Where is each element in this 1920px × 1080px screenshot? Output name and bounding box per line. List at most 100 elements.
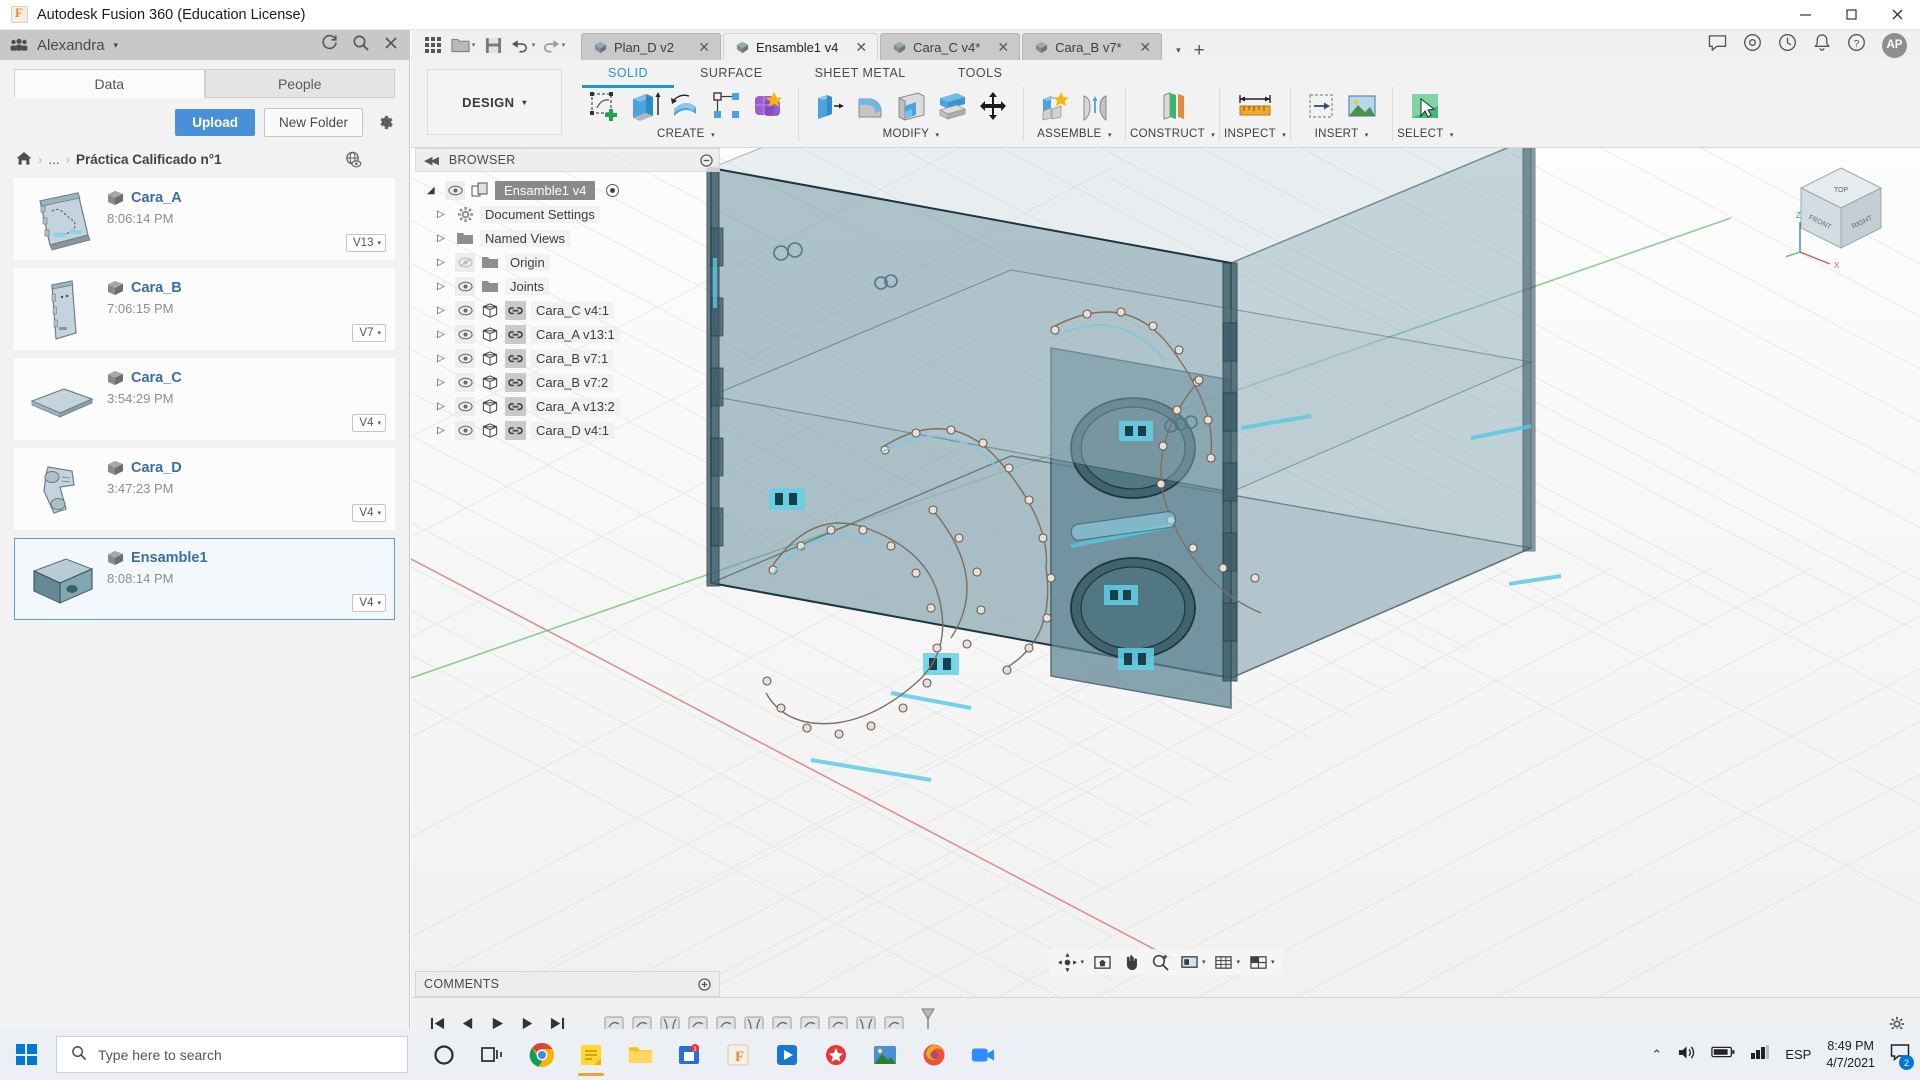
gear-icon[interactable] — [376, 113, 395, 132]
volume-icon[interactable] — [1677, 1044, 1696, 1066]
activation-radio[interactable] — [606, 183, 620, 197]
ribbon-group-label[interactable]: CONSTRUCT ▾ — [1130, 128, 1215, 140]
ribbon-group-label[interactable]: MODIFY ▾ — [883, 128, 940, 140]
ribbon-tab-surface[interactable]: SURFACE — [674, 66, 789, 85]
press-pull-icon[interactable] — [810, 87, 848, 125]
doc-tab-cara-b[interactable]: Cara_B v7* ✕ — [1022, 33, 1163, 60]
home-view-icon[interactable] — [1089, 951, 1115, 973]
tree-node-cara-c-1[interactable]: ▷ Cara_C v4:1 — [415, 298, 720, 322]
tray-expand-chevron-icon[interactable]: ⌃ — [1651, 1047, 1662, 1063]
new-file-icon[interactable]: ▾ — [449, 32, 477, 58]
visibility-eye-icon[interactable] — [455, 276, 475, 296]
chevron-down-icon[interactable]: ▾ — [1202, 958, 1206, 966]
expand-arrow-icon[interactable]: ▷ — [437, 377, 450, 388]
close-button[interactable] — [1874, 0, 1920, 30]
version-badge[interactable]: V4 ▾ — [352, 414, 386, 432]
ribbon-tab-sheet-metal[interactable]: SHEET METAL — [789, 66, 932, 85]
doc-tab-ensamble1[interactable]: Ensamble1 v4 ✕ — [723, 33, 879, 60]
help-icon[interactable]: ? — [1847, 33, 1866, 57]
upload-button[interactable]: Upload — [175, 109, 255, 136]
shell-icon[interactable] — [892, 87, 930, 125]
tree-node-document-settings[interactable]: ▷ Document Settings — [415, 202, 720, 226]
grid-snap-icon[interactable] — [1211, 951, 1237, 973]
close-icon[interactable]: ✕ — [845, 39, 867, 56]
globe-eye-icon[interactable] — [344, 150, 363, 169]
orbit-icon[interactable] — [1054, 951, 1080, 973]
minimize-circle-icon[interactable] — [700, 153, 713, 167]
tree-node-joints[interactable]: ▷ Joints — [415, 274, 720, 298]
joint-icon[interactable] — [1076, 87, 1114, 125]
ribbon-group-label[interactable]: SELECT ▾ — [1397, 128, 1454, 140]
tree-node-origin[interactable]: ▷ Origin — [415, 250, 720, 274]
tree-node-cara-a-2[interactable]: ▷ Cara_A v13:2 — [415, 394, 720, 418]
doc-tab-plan-d[interactable]: Plan_D v2 ✕ — [581, 33, 721, 60]
file-name[interactable]: Cara_C — [131, 370, 182, 386]
visibility-eye-off-icon[interactable] — [455, 252, 475, 272]
insert-derive-icon[interactable] — [1302, 87, 1340, 125]
network-icon[interactable] — [1750, 1044, 1770, 1065]
breadcrumb-ellipsis[interactable]: ... — [48, 152, 59, 167]
ribbon-tab-tools[interactable]: TOOLS — [932, 66, 1029, 85]
home-icon[interactable] — [16, 151, 32, 169]
sticky-notes-icon[interactable] — [569, 1033, 613, 1077]
expand-arrow-icon[interactable]: ▷ — [437, 401, 450, 412]
expand-arrow-icon[interactable]: ▷ — [437, 353, 450, 364]
minimize-button[interactable] — [1782, 0, 1828, 30]
taskbar-search[interactable]: Type here to search — [56, 1036, 408, 1073]
tree-node-cara-b-1[interactable]: ▷ Cara_B v7:1 — [415, 346, 720, 370]
file-name[interactable]: Cara_B — [131, 280, 182, 296]
clock[interactable]: 8:49 PM 4/7/2021 — [1826, 1038, 1875, 1072]
tab-data[interactable]: Data — [14, 69, 205, 98]
link-icon[interactable] — [505, 348, 526, 368]
file-row-cara-b[interactable]: Cara_B 7:06:15 PM V7 ▾ — [14, 268, 395, 350]
help-circle-icon[interactable] — [1743, 33, 1762, 57]
expand-arrow-icon[interactable]: ▷ — [437, 257, 450, 268]
create-sketch-icon[interactable] — [585, 87, 623, 125]
chevron-down-icon[interactable]: ▾ — [1237, 958, 1241, 966]
version-badge[interactable]: V13 ▾ — [346, 234, 386, 252]
notification-center-icon[interactable]: 2 — [1890, 1043, 1914, 1070]
visibility-eye-icon[interactable] — [445, 180, 465, 200]
extrude-icon[interactable] — [626, 87, 664, 125]
expand-arrow-icon[interactable]: ▷ — [437, 209, 450, 220]
zoom-app-icon[interactable] — [961, 1033, 1005, 1077]
chevron-down-icon[interactable]: ▾ — [562, 41, 566, 49]
user-name-label[interactable]: Alexandra — [37, 37, 105, 54]
doc-tab-cara-c[interactable]: Cara_C v4* ✕ — [880, 33, 1021, 60]
file-row-ensamble1[interactable]: Ensamble1 8:08:14 PM V4 ▾ — [14, 538, 395, 620]
file-row-cara-c[interactable]: Cara_C 3:54:29 PM V4 ▾ — [14, 358, 395, 440]
recent-icon[interactable] — [1778, 33, 1797, 57]
link-icon[interactable] — [505, 420, 526, 440]
file-row-cara-d[interactable]: Cara_D 3:47:23 PM V4 ▾ — [14, 448, 395, 530]
visibility-eye-icon[interactable] — [455, 396, 475, 416]
expand-arrow-icon[interactable]: ▷ — [437, 329, 450, 340]
new-component-icon[interactable] — [1035, 87, 1073, 125]
viewports-icon[interactable] — [1245, 951, 1271, 973]
close-icon[interactable]: ✕ — [688, 39, 710, 56]
split-body-icon[interactable] — [933, 87, 971, 125]
store-icon[interactable]: 1 — [667, 1033, 711, 1077]
search-icon[interactable] — [352, 34, 370, 57]
expand-arrow-icon[interactable]: ▷ — [437, 233, 450, 244]
close-icon[interactable]: ✕ — [987, 39, 1009, 56]
display-settings-icon[interactable] — [1176, 951, 1202, 973]
avatar[interactable]: AP — [1882, 32, 1907, 58]
link-icon[interactable] — [505, 324, 526, 344]
tree-node-cara-b-2[interactable]: ▷ Cara_B v7:2 — [415, 370, 720, 394]
battery-icon[interactable] — [1711, 1045, 1735, 1064]
visibility-eye-icon[interactable] — [455, 348, 475, 368]
chevron-down-icon[interactable]: ▾ — [1271, 958, 1275, 966]
workspace-selector[interactable]: DESIGN ▾ — [427, 69, 562, 135]
breadcrumb-current-folder[interactable]: Práctica Calificado n°1 — [76, 152, 222, 167]
tree-node-cara-a-1[interactable]: ▷ Cara_A v13:1 — [415, 322, 720, 346]
comments-bar[interactable]: COMMENTS — [415, 971, 720, 997]
tree-node-named-views[interactable]: ▷ Named Views — [415, 226, 720, 250]
link-icon[interactable] — [505, 372, 526, 392]
version-badge[interactable]: V4 ▾ — [352, 504, 386, 522]
ribbon-group-label[interactable]: INSERT ▾ — [1315, 128, 1369, 140]
measure-icon[interactable] — [1236, 87, 1274, 125]
close-panel-icon[interactable] — [383, 35, 399, 56]
save-icon[interactable] — [479, 32, 507, 58]
task-view-icon[interactable] — [471, 1033, 515, 1077]
fusion-icon[interactable]: F — [716, 1033, 760, 1077]
